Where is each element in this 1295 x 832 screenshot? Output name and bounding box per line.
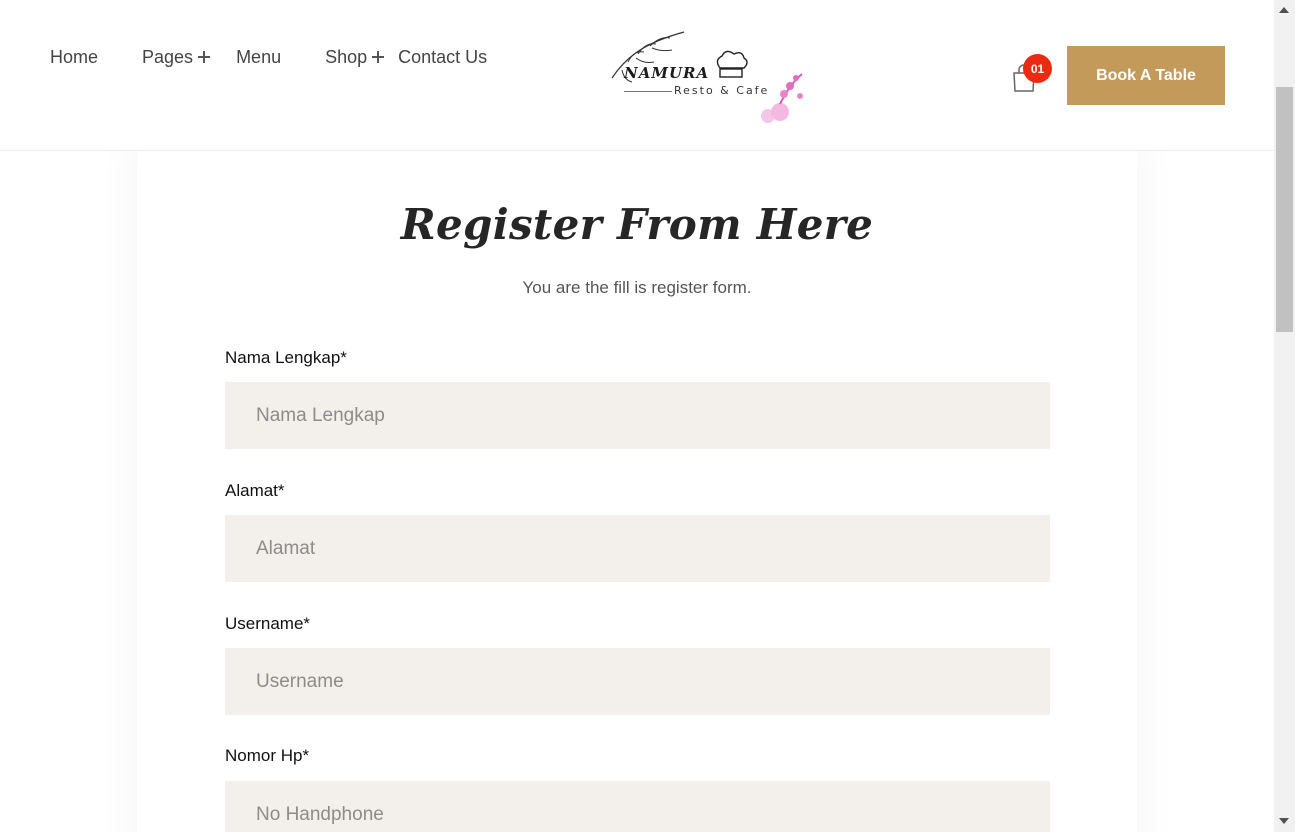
nav-shop[interactable]: Shop	[325, 46, 385, 68]
main-nav: Home Pages Menu Shop Contact Us	[50, 46, 487, 68]
scrollbar-thumb[interactable]	[1276, 87, 1293, 332]
username-label: Username*	[225, 614, 311, 633]
form-subtitle: You are the fill is register form.	[522, 278, 752, 297]
scroll-down-icon[interactable]	[1279, 818, 1289, 824]
address-input[interactable]	[225, 515, 1050, 582]
nav-shop-label: Shop	[325, 46, 368, 67]
vertical-scrollbar[interactable]	[1274, 0, 1295, 832]
logo-divider	[624, 91, 672, 92]
nav-pages-label: Pages	[142, 46, 194, 67]
nav-menu-label: Menu	[236, 46, 282, 67]
form-title: Register From Here	[400, 200, 874, 249]
nav-contact-us[interactable]: Contact Us	[398, 46, 487, 68]
nav-pages[interactable]: Pages	[142, 46, 211, 68]
nav-home-label: Home	[50, 46, 99, 67]
site-logo[interactable]: NAMURA Resto & Cafe	[608, 24, 808, 128]
nav-contact-label: Contact Us	[398, 46, 488, 67]
cart-count-badge: 01	[1023, 54, 1052, 83]
phone-input[interactable]	[225, 781, 1050, 832]
address-label: Alamat*	[225, 481, 285, 500]
phone-label: Nomor Hp*	[225, 746, 310, 765]
site-header: Home Pages Menu Shop Contact Us NAMURA R…	[0, 0, 1274, 151]
book-a-table-button[interactable]: Book A Table	[1067, 46, 1225, 105]
scroll-up-icon[interactable]	[1279, 7, 1289, 13]
nav-home[interactable]: Home	[50, 46, 98, 68]
full-name-label: Nama Lengkap*	[225, 348, 347, 367]
plus-icon	[198, 51, 211, 63]
full-name-input[interactable]	[225, 382, 1050, 449]
plus-icon	[372, 51, 385, 63]
username-input[interactable]	[225, 648, 1050, 715]
logo-tagline: Resto & Cafe	[674, 84, 770, 97]
logo-name: NAMURA	[624, 64, 710, 82]
nav-menu[interactable]: Menu	[236, 46, 281, 68]
